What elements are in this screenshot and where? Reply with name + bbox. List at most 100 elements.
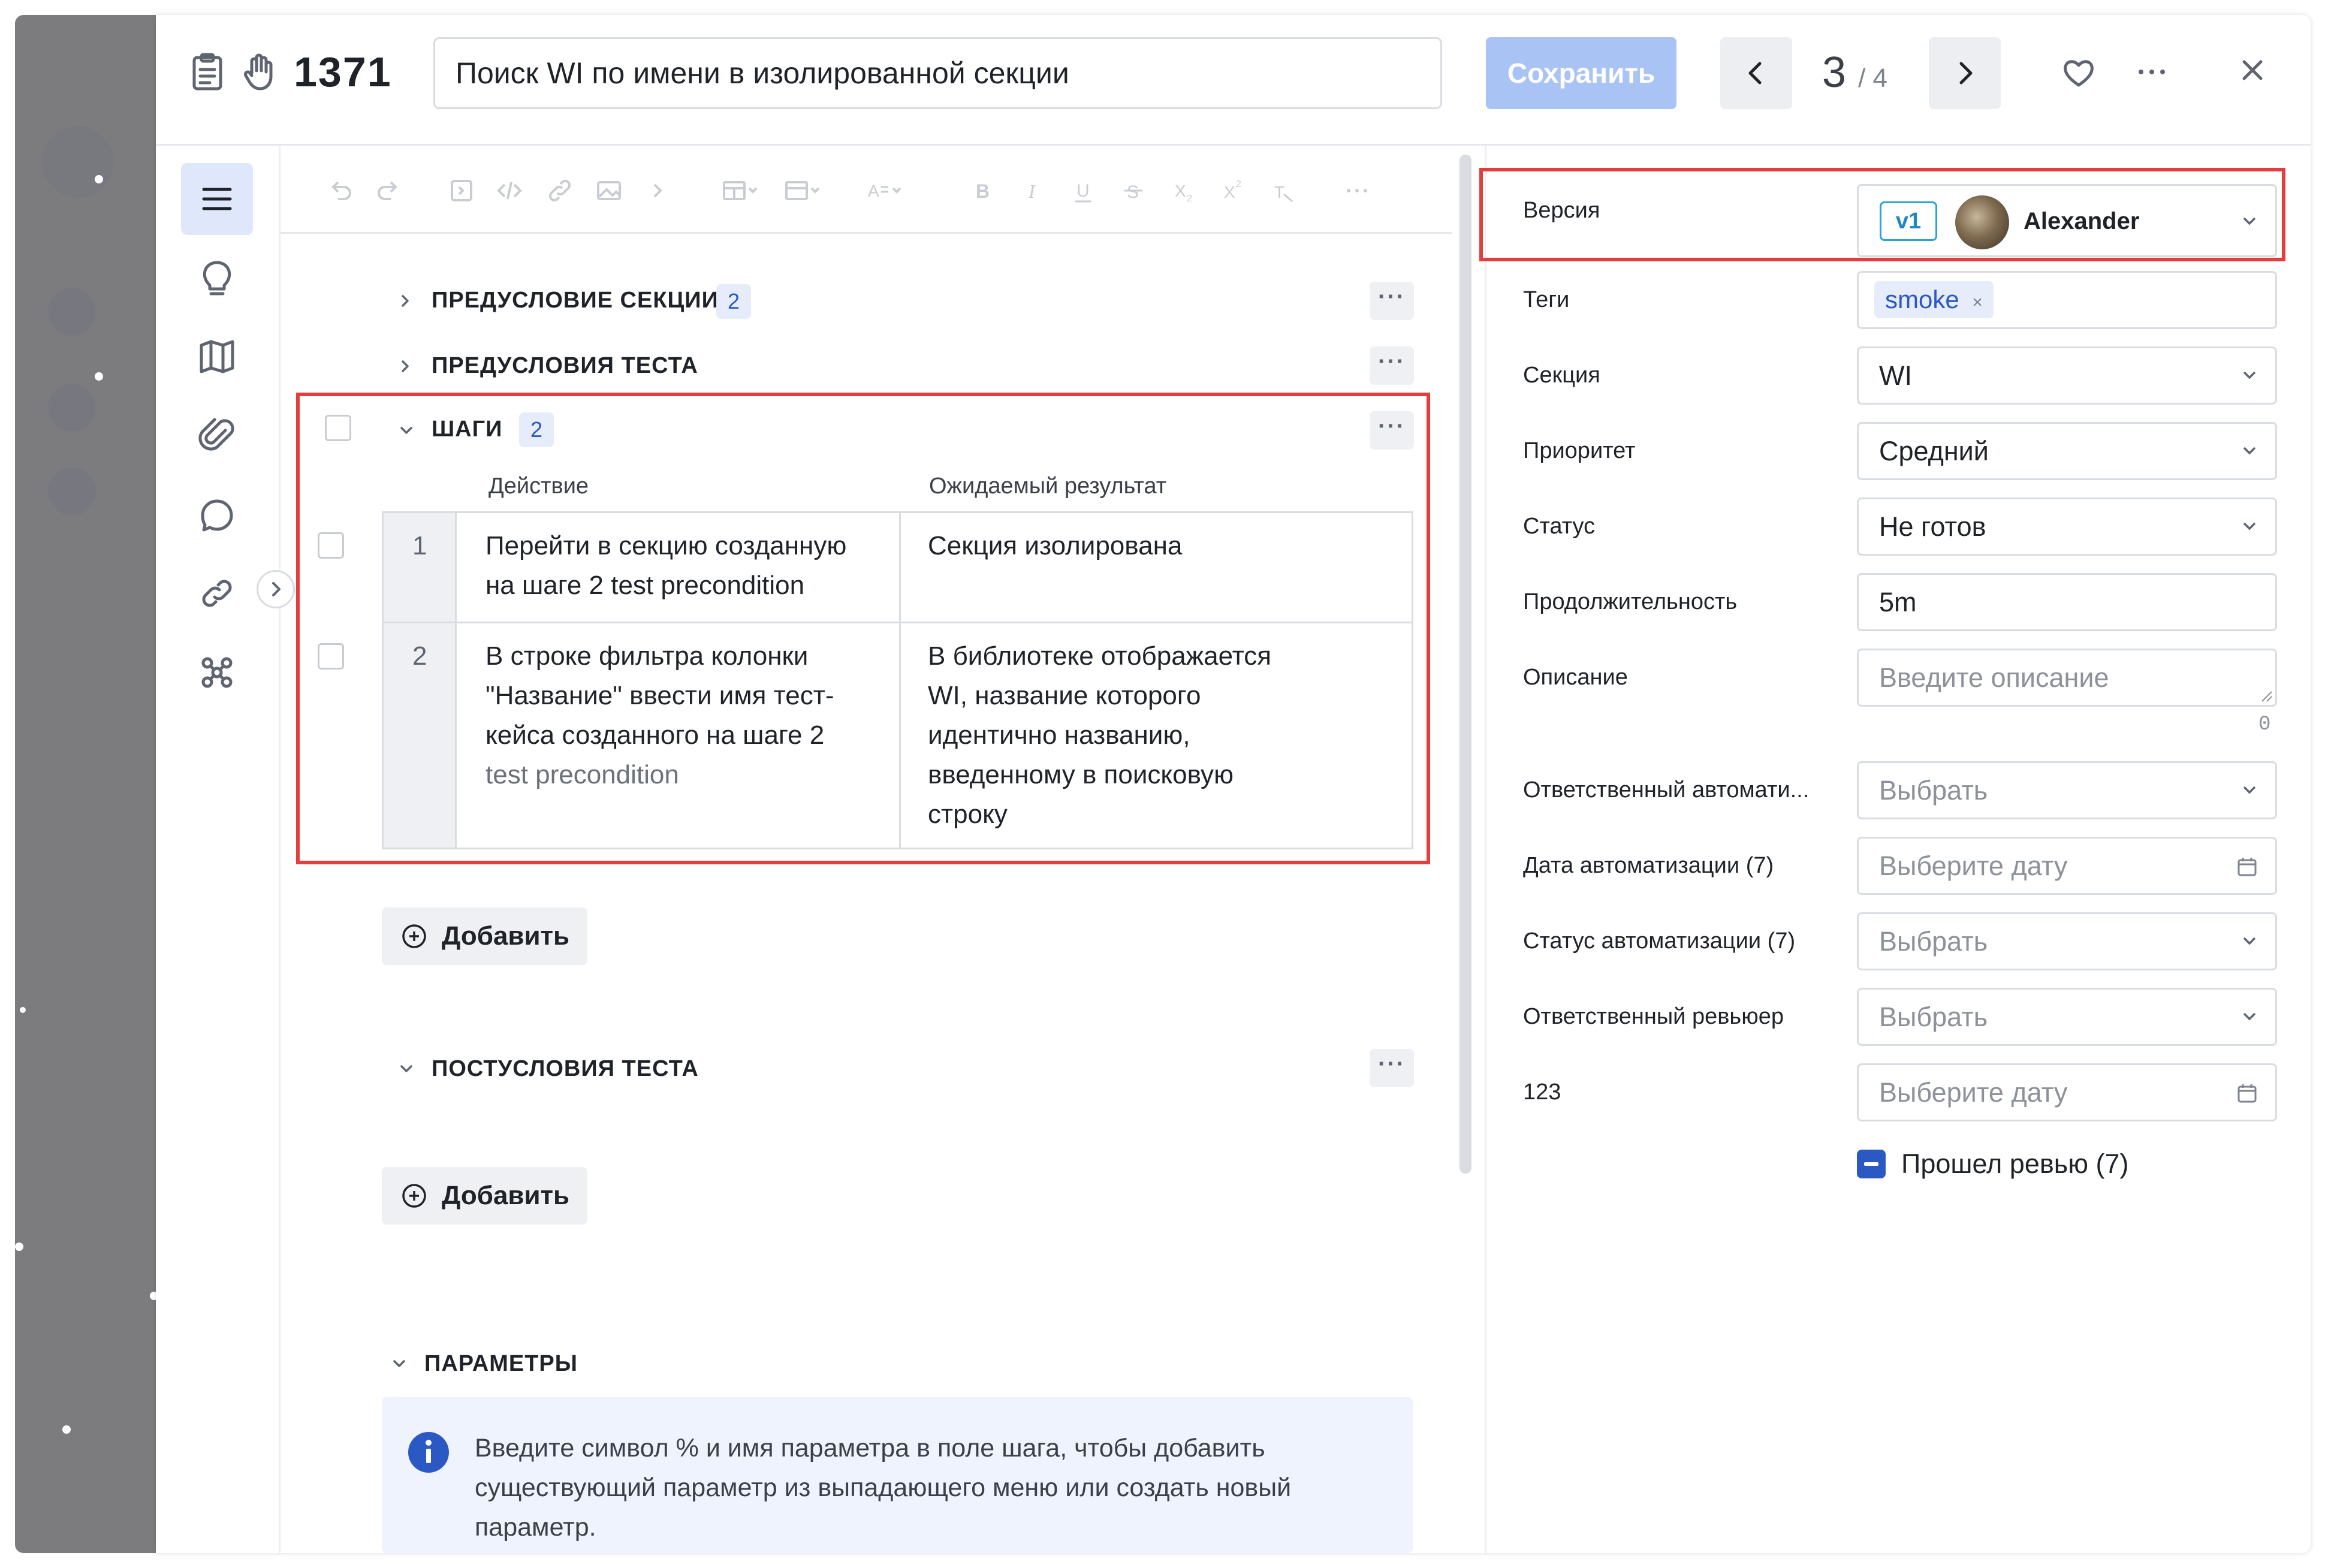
step-1-action[interactable]: Перейти в секцию созданную на шаге 2 tes… (485, 526, 893, 605)
sidebar-item-steps[interactable] (181, 163, 253, 235)
clear-format-icon[interactable]: T (1266, 174, 1299, 207)
automation-owner-label: Ответственный автомати... (1523, 777, 1810, 803)
section-precondition-menu-button[interactable]: ··· (1370, 282, 1414, 320)
resize-handle-icon[interactable] (2260, 689, 2273, 702)
duration-input[interactable]: 5m (1857, 573, 2277, 631)
chevron-right-icon (1959, 62, 1973, 85)
step-1-expected-result[interactable]: Секция изолирована (928, 526, 1395, 566)
reviewed-label[interactable]: Прошел ревью (7) (1901, 1148, 2128, 1180)
step-1-checkbox[interactable] (318, 532, 344, 559)
more-icon[interactable] (1340, 174, 1374, 207)
chevron-right-icon[interactable] (394, 355, 416, 377)
description-textarea[interactable]: Введите описание (1857, 649, 2277, 707)
section-value: WI (1879, 360, 1912, 391)
sidebar-item-map[interactable] (181, 320, 253, 392)
reviewer-select[interactable]: Выбрать (1857, 988, 2277, 1046)
priority-select[interactable]: Средний (1857, 422, 2277, 480)
close-icon[interactable] (2240, 58, 2264, 82)
version-user: Alexander (2024, 208, 2140, 234)
next-button[interactable] (1929, 37, 2001, 109)
add-step-button[interactable]: Добавить (382, 907, 588, 965)
menu-lines-icon (202, 188, 232, 210)
strikethrough-icon[interactable]: S (1117, 174, 1151, 207)
link-icon[interactable] (543, 174, 577, 207)
bold-icon[interactable]: B (966, 174, 1000, 207)
chevron-right-icon[interactable] (641, 174, 675, 207)
text-style-icon[interactable]: A (864, 174, 909, 207)
tag-remove-icon[interactable]: × (1972, 293, 1983, 312)
title-input[interactable]: Поиск WI по имени в изолированной секции (433, 37, 1442, 109)
sidebar-item-links[interactable] (181, 557, 253, 629)
underline-icon[interactable]: U (1067, 174, 1100, 207)
section-select[interactable]: WI (1857, 346, 2277, 405)
tags-field[interactable]: smoke × (1857, 271, 2277, 329)
subscript-icon[interactable]: X2 (1168, 174, 1201, 207)
heart-icon[interactable] (2062, 58, 2095, 89)
toolbar-divider (281, 232, 1452, 234)
chevron-right-icon (272, 582, 281, 596)
postconditions-title[interactable]: ПОСТУСЛОВИЯ ТЕСТА (432, 1056, 699, 1082)
backdrop-blur-shape (48, 288, 96, 336)
parameters-info-text: Введите символ % и имя параметра в поле … (475, 1428, 1398, 1547)
image-icon[interactable] (592, 174, 626, 207)
automation-owner-select[interactable]: Выбрать (1857, 761, 2277, 819)
code-block-icon[interactable] (445, 174, 478, 207)
hand-icon[interactable] (242, 53, 276, 91)
sidebar-item-ideas[interactable] (181, 241, 253, 313)
step-2-expected-result[interactable]: В библиотеке отображается WI, название к… (928, 637, 1395, 834)
test-preconditions-menu-button[interactable]: ··· (1370, 346, 1414, 385)
chevron-down-icon[interactable] (396, 1058, 417, 1079)
section-precondition-count: 2 (716, 284, 751, 319)
svg-text:U: U (1076, 181, 1090, 201)
code-icon[interactable] (493, 174, 526, 207)
test-preconditions-title[interactable]: ПРЕДУСЛОВИЯ ТЕСТА (432, 353, 698, 379)
automation-date-picker[interactable]: Выберите дату (1857, 837, 2277, 895)
editor-toolbar: A B I U S X2 X2 T (312, 174, 1391, 207)
backdrop-dot (95, 372, 103, 381)
sidebar-expand-button[interactable] (257, 570, 295, 608)
chevron-down-icon[interactable] (388, 1353, 410, 1374)
sidebar-divider (279, 146, 281, 1553)
section-precondition-title[interactable]: ПРЕДУСЛОВИЕ СЕКЦИИ (432, 288, 719, 313)
add-postcondition-button[interactable]: Добавить (382, 1167, 588, 1225)
editor-scrollbar[interactable] (1459, 155, 1471, 1174)
sidebar-item-attachments[interactable] (181, 399, 253, 471)
chevron-down-icon[interactable] (396, 420, 417, 441)
postconditions-menu-button[interactable]: ··· (1370, 1049, 1414, 1087)
steps-select-all-checkbox[interactable] (325, 415, 351, 441)
steps-title[interactable]: ШАГИ (432, 417, 502, 442)
save-button[interactable]: Сохранить (1486, 37, 1676, 109)
calendar-icon (2237, 1084, 2257, 1103)
step-2-result-line: WI, название которого (928, 681, 1201, 710)
step-2-action[interactable]: В строке фильтра колонки "Название" ввес… (485, 637, 905, 795)
table-edit-icon[interactable] (782, 174, 824, 207)
chevron-right-icon[interactable] (394, 290, 416, 312)
step-2-action-line: В строке фильтра колонки (485, 641, 809, 671)
automation-status-select[interactable]: Выбрать (1857, 912, 2277, 970)
more-icon[interactable] (2137, 66, 2167, 78)
status-select[interactable]: Не готов (1857, 497, 2277, 556)
tag-chip[interactable]: smoke × (1874, 281, 1994, 318)
steps-menu-button[interactable]: ··· (1370, 411, 1414, 450)
version-select[interactable]: v1 Alexander (1857, 184, 2277, 257)
superscript-icon[interactable]: X2 (1217, 174, 1250, 207)
table-icon[interactable] (719, 174, 761, 207)
undo-icon[interactable] (324, 174, 357, 207)
version-label: Версия (1523, 198, 1600, 223)
italic-icon[interactable]: I (1017, 174, 1050, 207)
parameters-title[interactable]: ПАРАМЕТРЫ (424, 1351, 578, 1377)
priority-value: Средний (1879, 436, 1989, 466)
redo-icon[interactable] (372, 174, 405, 207)
sidebar-item-comments[interactable] (181, 478, 253, 550)
step-2-result-line: введенному в поисковую (928, 760, 1234, 789)
custom-123-label: 123 (1523, 1079, 1561, 1105)
reviewed-checkbox[interactable] (1857, 1150, 1886, 1178)
step-2-checkbox[interactable] (318, 643, 344, 670)
duration-label: Продолжительность (1523, 589, 1738, 614)
sidebar-item-graph[interactable] (181, 637, 253, 708)
custom-123-date-picker[interactable]: Выберите дату (1857, 1063, 2277, 1121)
prev-button[interactable] (1720, 37, 1792, 109)
chevron-down-icon (2243, 447, 2256, 455)
chevron-down-icon (2243, 1012, 2256, 1021)
panel-divider (1485, 146, 1486, 1553)
